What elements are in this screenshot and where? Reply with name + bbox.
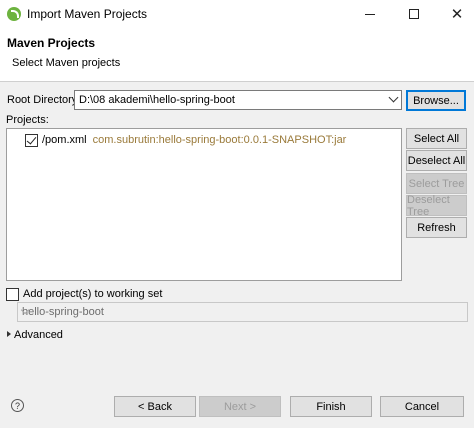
list-item[interactable]: /pom.xml com.subrutin:hello-spring-boot:… [11, 132, 346, 148]
working-set-checkbox[interactable] [6, 288, 19, 301]
chevron-right-icon[interactable] [7, 331, 11, 337]
root-directory-value: D:\08 akademi\hello-spring-boot [79, 94, 235, 106]
select-all-button[interactable]: Select All [406, 128, 467, 149]
wizard-header: Maven Projects Select Maven projects [0, 28, 474, 82]
close-icon: ✕ [450, 6, 464, 23]
working-set-combo[interactable]: hello-spring-boot [17, 302, 468, 322]
maximize-icon [409, 9, 419, 19]
working-set-label: Add project(s) to working set [23, 288, 163, 300]
deselect-all-button[interactable]: Deselect All [406, 150, 467, 171]
deselect-tree-button[interactable]: Deselect Tree [406, 194, 467, 218]
project-checkbox[interactable] [25, 133, 38, 147]
select-tree-button[interactable]: Select Tree [406, 173, 467, 194]
advanced-section-toggle[interactable]: Advanced [14, 329, 63, 341]
projects-label: Projects: [6, 114, 49, 126]
next-button[interactable]: Next > [199, 396, 281, 417]
refresh-button[interactable]: Refresh [406, 217, 467, 238]
root-directory-combo[interactable]: D:\08 akademi\hello-spring-boot [74, 90, 402, 110]
minimize-button[interactable] [353, 0, 387, 28]
maximize-button[interactable] [397, 0, 431, 28]
page-subtitle: Select Maven projects [12, 57, 121, 69]
close-button[interactable]: ✕ [440, 0, 474, 28]
minimize-icon [365, 13, 375, 15]
chevron-down-icon [388, 92, 399, 103]
window-title: Import Maven Projects [27, 7, 148, 21]
page-title: Maven Projects [7, 36, 96, 50]
title-bar: Import Maven Projects ✕ [0, 0, 474, 28]
help-icon[interactable]: ? [11, 399, 24, 412]
working-set-value: hello-spring-boot [22, 306, 104, 318]
projects-tree[interactable]: /pom.xml com.subrutin:hello-spring-boot:… [6, 128, 402, 281]
finish-button[interactable]: Finish [290, 396, 372, 417]
root-directory-label: Root Directory: [7, 94, 81, 106]
spring-icon [7, 7, 21, 21]
browse-button[interactable]: Browse... [406, 90, 466, 111]
project-name: /pom.xml [42, 134, 87, 146]
cancel-button[interactable]: Cancel [380, 396, 464, 417]
back-button[interactable]: < Back [114, 396, 196, 417]
project-artifact: com.subrutin:hello-spring-boot:0.0.1-SNA… [92, 134, 347, 146]
